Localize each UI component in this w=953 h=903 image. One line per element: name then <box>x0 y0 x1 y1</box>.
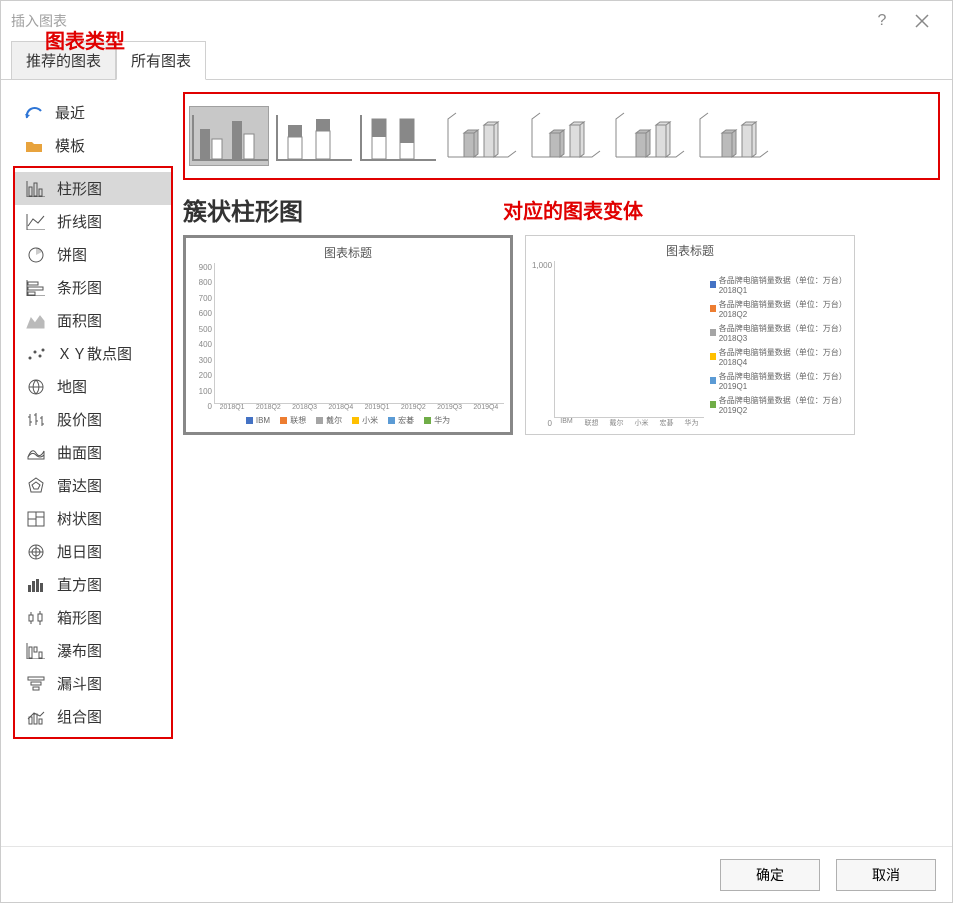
sidebar-item-label: 曲面图 <box>57 442 102 463</box>
map-chart-icon <box>25 378 47 396</box>
help-button[interactable]: ? <box>862 1 902 41</box>
sidebar-item-column[interactable]: 柱形图 <box>15 172 171 205</box>
chart-title: 图表标题 <box>532 242 848 259</box>
sidebar-item-templates[interactable]: 模板 <box>13 129 173 162</box>
sidebar-item-surface[interactable]: 曲面图 <box>15 436 171 469</box>
tab-all-charts[interactable]: 所有图表 <box>116 41 206 80</box>
sidebar-item-label: 面积图 <box>57 310 102 331</box>
sidebar-item-boxwhisker[interactable]: 箱形图 <box>15 601 171 634</box>
bars-grid <box>214 263 504 404</box>
sidebar-item-label: 瀑布图 <box>57 640 102 661</box>
sidebar-item-label: 地图 <box>57 376 87 397</box>
y-axis: 01,000 <box>532 261 554 428</box>
waterfall-chart-icon <box>25 642 47 660</box>
sidebar-item-treemap[interactable]: 树状图 <box>15 502 171 535</box>
sidebar-item-label: 折线图 <box>57 211 102 232</box>
chart-type-list: 柱形图折线图饼图条形图面积图 ＸＹ散点图地图股价图曲面图雷达图树状图旭日图直方图箱… <box>13 166 173 739</box>
sidebar-item-combo[interactable]: 组合图 <box>15 700 171 733</box>
radar-chart-icon <box>25 477 47 495</box>
sidebar-item-sunburst[interactable]: 旭日图 <box>15 535 171 568</box>
folder-icon <box>23 137 45 155</box>
x-axis-labels: 2018Q12018Q22018Q32018Q42019Q12019Q22019… <box>214 404 504 411</box>
sidebar-item-line[interactable]: 折线图 <box>15 205 171 238</box>
area-chart-icon <box>25 312 47 330</box>
sidebar-item-bar[interactable]: 条形图 <box>15 271 171 304</box>
sidebar-item-area[interactable]: 面积图 <box>15 304 171 337</box>
surface-chart-icon <box>25 444 47 462</box>
sidebar-item-stock[interactable]: 股价图 <box>15 403 171 436</box>
chart-title: 图表标题 <box>192 244 504 261</box>
annotation-variants: 对应的图表变体 <box>503 195 643 224</box>
dialog-footer: 确定 取消 <box>1 846 952 902</box>
variant-clustered-column[interactable] <box>189 106 269 166</box>
sidebar-item-label: 模板 <box>55 135 85 156</box>
line-chart-icon <box>25 213 47 231</box>
combo-chart-icon <box>25 708 47 726</box>
bar-chart-icon <box>25 279 47 297</box>
pie-chart-icon <box>25 246 47 264</box>
y-axis: 0100200300400500600700800900 <box>192 263 214 411</box>
sidebar-item-label: 旭日图 <box>57 541 102 562</box>
close-icon <box>915 14 929 28</box>
sidebar-item-label: 最近 <box>55 102 85 123</box>
sidebar-item-label: 条形图 <box>57 277 102 298</box>
insert-chart-dialog: 插入图表 图表类型 ? 推荐的图表 所有图表 最近 模板 柱形图折线图饼图条形图… <box>0 0 953 903</box>
scatter-chart-icon <box>25 345 47 363</box>
bars-grid <box>554 261 704 418</box>
recent-icon <box>23 104 45 122</box>
sidebar-item-histogram[interactable]: 直方图 <box>15 568 171 601</box>
x-axis-labels: IBM联想戴尔小米宏碁华为 <box>554 418 704 428</box>
sidebar-item-label: 直方图 <box>57 574 102 595</box>
window-title: 插入图表 <box>11 11 67 31</box>
treemap-chart-icon <box>25 510 47 528</box>
sidebar-item-label: 树状图 <box>57 508 102 529</box>
sidebar-item-label: 饼图 <box>57 244 87 265</box>
variant-3d-column[interactable] <box>693 106 773 166</box>
variant-stacked-column[interactable] <box>273 106 353 166</box>
sidebar-item-radar[interactable]: 雷达图 <box>15 469 171 502</box>
sidebar-item-label: 柱形图 <box>57 178 102 199</box>
histogram-chart-icon <box>25 576 47 594</box>
sidebar-item-label: 箱形图 <box>57 607 102 628</box>
variant-100-stacked-column[interactable] <box>357 106 437 166</box>
tab-recommended[interactable]: 推荐的图表 <box>11 41 116 80</box>
stock-chart-icon <box>25 411 47 429</box>
sidebar-item-label: 漏斗图 <box>57 673 102 694</box>
chart-subtype-title: 簇状柱形图 <box>183 192 303 227</box>
sidebar-item-scatter[interactable]: ＸＹ散点图 <box>15 337 171 370</box>
variant-row <box>183 92 940 180</box>
tab-row: 推荐的图表 所有图表 <box>1 41 952 80</box>
sidebar-item-funnel[interactable]: 漏斗图 <box>15 667 171 700</box>
close-button[interactable] <box>902 1 942 41</box>
sidebar-item-recent[interactable]: 最近 <box>13 96 173 129</box>
funnel-chart-icon <box>25 675 47 693</box>
sidebar-item-label: 雷达图 <box>57 475 102 496</box>
content-area: 簇状柱形图 对应的图表变体 图表标题 010020030040050060070… <box>183 92 940 846</box>
boxwhisker-chart-icon <box>25 609 47 627</box>
titlebar: 插入图表 图表类型 ? <box>1 1 952 41</box>
cancel-button[interactable]: 取消 <box>836 859 936 891</box>
variant-3d-100-stacked-column[interactable] <box>609 106 689 166</box>
variant-3d-clustered-column[interactable] <box>441 106 521 166</box>
ok-button[interactable]: 确定 <box>720 859 820 891</box>
sidebar-item-pie[interactable]: 饼图 <box>15 238 171 271</box>
chart-preview-2[interactable]: 图表标题 01,000 IBM联想戴尔小米宏碁华为 各品牌电脑销量数据（单位：万… <box>525 235 855 435</box>
legend: IBM联想戴尔小米宏碁华为 <box>192 415 504 426</box>
sidebar-item-map[interactable]: 地图 <box>15 370 171 403</box>
sidebar-item-label: 组合图 <box>57 706 102 727</box>
sidebar-item-label: 股价图 <box>57 409 102 430</box>
column-chart-icon <box>25 180 47 198</box>
variant-3d-stacked-column[interactable] <box>525 106 605 166</box>
chart-preview-1[interactable]: 图表标题 0100200300400500600700800900 2018Q1… <box>183 235 513 435</box>
sunburst-chart-icon <box>25 543 47 561</box>
legend: 各品牌电脑销量数据（单位：万台） 2018Q1各品牌电脑销量数据（单位：万台） … <box>704 261 848 428</box>
sidebar-item-waterfall[interactable]: 瀑布图 <box>15 634 171 667</box>
sidebar-item-label: ＸＹ散点图 <box>57 343 132 364</box>
sidebar-top: 最近 模板 <box>13 92 173 166</box>
